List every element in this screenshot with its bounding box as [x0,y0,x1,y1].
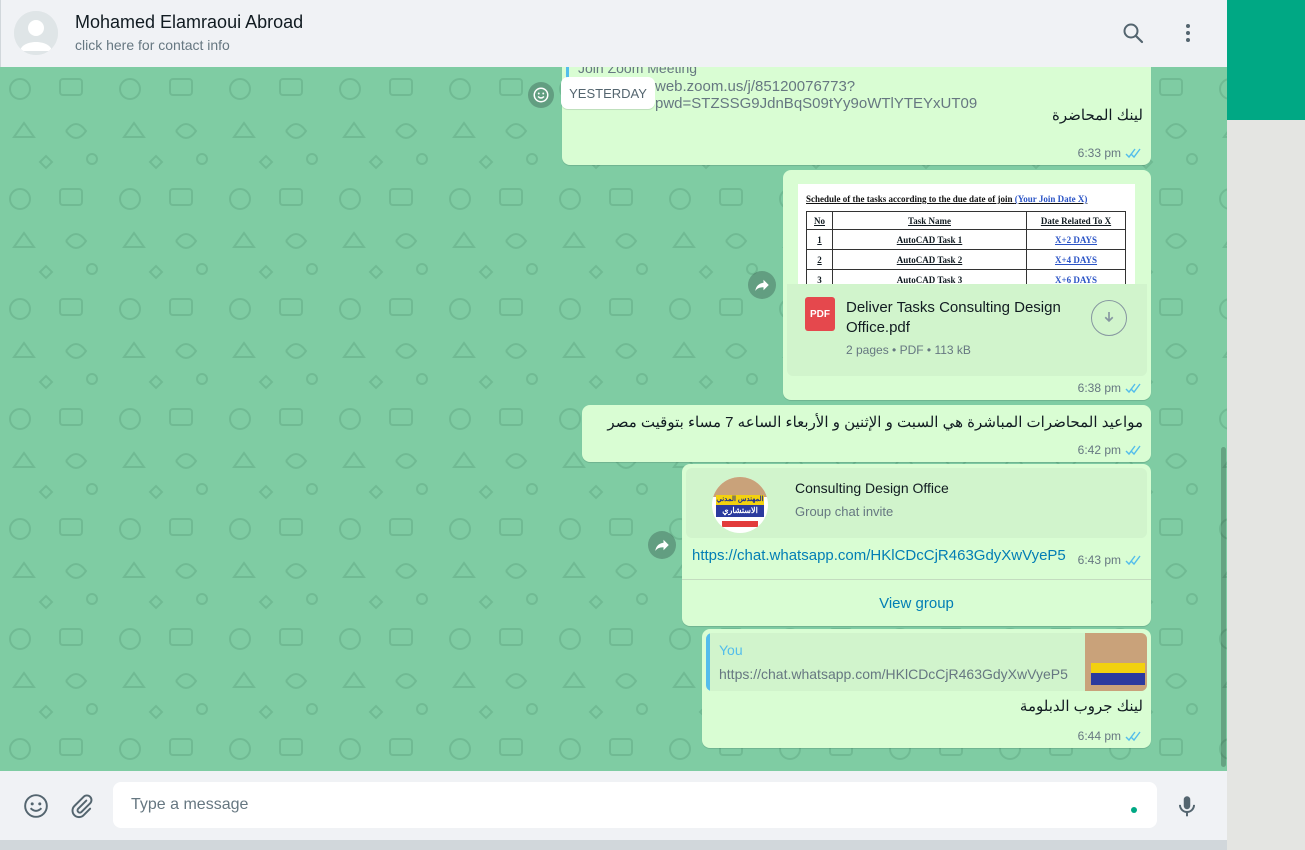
message-time: 6:44 pm [1077,729,1121,743]
status-dot [1131,807,1137,813]
file-info: 2 pages • PDF • 113 kB [846,343,971,357]
double-check-icon [1125,731,1141,741]
double-check-icon [1125,148,1141,158]
download-icon[interactable] [1091,300,1127,336]
quoted-thumbnail [1085,633,1147,691]
double-check-icon [1125,383,1141,393]
attach-icon[interactable] [67,791,97,821]
app-accent-band [1227,0,1305,120]
date-divider: YESTERDAY [561,77,655,109]
message-time: 6:33 pm [1077,146,1121,160]
message-text: لينك المحاضرة [1052,107,1143,124]
file-name: Deliver Tasks Consulting Design Office.p… [846,299,1061,336]
forward-icon[interactable] [748,271,776,299]
message-time: 6:38 pm [1077,381,1121,395]
compose-bar [0,771,1227,840]
window-bottom-edge [0,840,1227,850]
document-preview[interactable]: Schedule of the tasks according to the d… [798,184,1135,284]
message-bubble-invite[interactable]: المهندس المدني الاستشاري Consulting Desi… [682,464,1151,626]
contact-name[interactable]: Mohamed Elamraoui Abroad [75,12,303,33]
message-meta: 6:43 pm [1078,553,1142,567]
group-logo: المهندس المدني الاستشاري [712,477,768,533]
document-card[interactable]: PDF Deliver Tasks Consulting Design Offi… [787,284,1147,376]
preview-heading: Schedule of the tasks according to the d… [806,194,1088,204]
message-time: 6:43 pm [1077,553,1121,567]
menu-icon[interactable] [1175,20,1201,46]
default-avatar-icon [14,11,58,55]
app-background [1227,120,1305,850]
invite-card[interactable]: المهندس المدني الاستشاري Consulting Desi… [686,468,1147,538]
message-meta: 6:33 pm [1078,146,1142,160]
pdf-file-icon: PDF [805,297,835,331]
link-preview-title: Join Zoom Meeting [578,67,698,76]
quote-bar [706,633,710,691]
chat-window: Mohamed Elamraoui Abroad click here for … [0,0,1227,840]
message-text: لينك جروب الدبلومة [1019,698,1143,715]
invite-link[interactable]: https://chat.whatsapp.com/HKlCDcCjR463Gd… [692,547,1066,564]
double-check-icon [1125,555,1141,565]
react-emoji-icon[interactable] [528,82,554,108]
view-group-button[interactable]: View group [682,580,1151,626]
chat-scrollbar[interactable] [1221,447,1226,767]
quoted-author: You [719,642,743,658]
message-bubble-document[interactable]: Schedule of the tasks according to the d… [783,170,1151,400]
message-bubble-schedule[interactable]: مواعيد المحاضرات المباشرة هي السبت و الإ… [582,405,1151,462]
emoji-icon[interactable] [21,791,51,821]
group-name: Consulting Design Office [795,480,949,496]
message-time: 6:42 pm [1077,443,1121,457]
quoted-text: https://chat.whatsapp.com/HKlCDcCjR463Gd… [719,666,1068,682]
search-icon[interactable] [1120,20,1146,46]
message-list[interactable]: Join Zoom Meeting web.zoom.us/j/85120076… [0,67,1227,771]
invite-label: Group chat invite [795,504,894,519]
message-bubble-reply[interactable]: You https://chat.whatsapp.com/HKlCDcCjR4… [702,629,1151,748]
quoted-message[interactable]: You https://chat.whatsapp.com/HKlCDcCjR4… [706,633,1147,691]
message-text: مواعيد المحاضرات المباشرة هي السبت و الإ… [607,414,1143,431]
mic-icon[interactable] [1172,791,1202,821]
chat-header[interactable]: Mohamed Elamraoui Abroad click here for … [0,0,1227,67]
message-meta: 6:42 pm [1078,443,1142,457]
message-input[interactable] [113,782,1157,828]
preview-table: No Task Name Date Related To X 1 AutoCAD… [806,211,1126,284]
contact-info-hint[interactable]: click here for contact info [75,37,230,53]
message-meta: 6:38 pm [1078,381,1142,395]
message-meta: 6:44 pm [1078,729,1142,743]
avatar[interactable] [14,11,58,55]
double-check-icon [1125,445,1141,455]
forward-icon[interactable] [648,531,676,559]
